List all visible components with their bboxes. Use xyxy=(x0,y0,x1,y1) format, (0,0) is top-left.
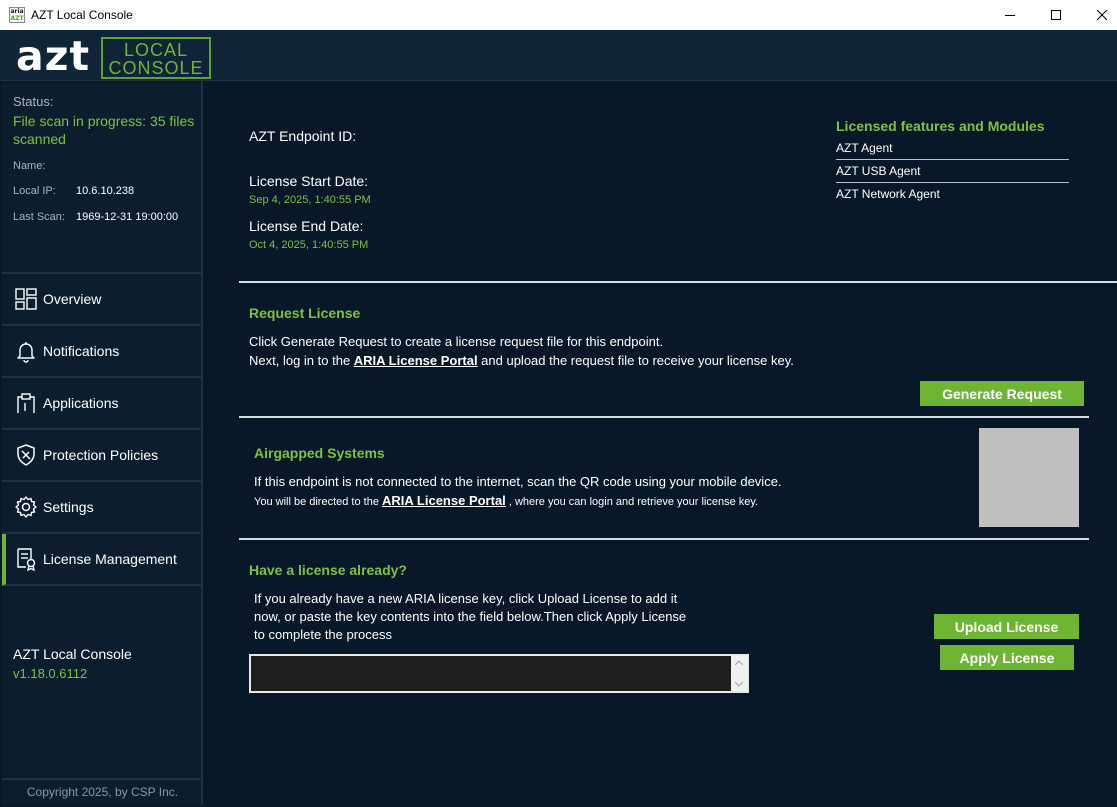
close-icon xyxy=(1097,10,1108,21)
endpoint-id-label: AZT Endpoint ID: xyxy=(249,128,357,144)
scroll-down-icon[interactable] xyxy=(735,681,743,687)
license-start-label: License Start Date: xyxy=(249,173,369,189)
app-window: aria AZT AZT Local Console azt LOCAL CONS… xyxy=(0,0,1117,807)
request-instructions-line1: Click Generate Request to create a licen… xyxy=(249,334,664,349)
last-scan-value: 1969-12-31 19:00:00 xyxy=(76,211,179,223)
status-label: Status: xyxy=(13,94,54,109)
aria-license-portal-link[interactable]: ARIA License Portal xyxy=(382,493,506,508)
nav-label: Notifications xyxy=(43,343,120,359)
version-number: v1.18.0.6112 xyxy=(13,666,88,681)
apply-license-button[interactable]: Apply License xyxy=(940,645,1074,670)
scroll-up-icon[interactable] xyxy=(735,660,743,666)
maximize-button[interactable] xyxy=(1033,0,1079,30)
feature-item: AZT Network Agent xyxy=(836,187,940,201)
section-divider xyxy=(239,416,1089,418)
local-ip-label: Local IP: xyxy=(13,185,56,197)
license-key-field[interactable] xyxy=(249,654,749,693)
app-logo-icon: aria AZT xyxy=(9,7,25,23)
license-start-value: Sep 4, 2025, 1:40:55 PM xyxy=(249,194,371,206)
airgapped-instructions-line2: You will be directed to the ARIA License… xyxy=(254,493,759,508)
nav-label: License Management xyxy=(43,551,177,567)
field-scrollbar[interactable] xyxy=(731,656,747,691)
license-end-label: License End Date: xyxy=(249,218,364,234)
version-panel: AZT Local Console v1.18.0.6112 xyxy=(2,588,203,778)
logo-wordmark: azt xyxy=(16,32,91,80)
license-certificate-icon xyxy=(17,548,36,571)
have-license-line2: now, or paste the key contents into the … xyxy=(254,609,687,624)
airgapped-title: Airgapped Systems xyxy=(254,445,385,461)
license-key-input[interactable] xyxy=(251,656,731,691)
bell-icon xyxy=(17,342,35,363)
nav-label: Settings xyxy=(43,499,94,515)
logo-badge: LOCAL CONSOLE xyxy=(101,37,211,79)
nav-item-applications[interactable]: Applications xyxy=(2,378,203,430)
maximize-icon xyxy=(1051,10,1061,20)
feature-item: AZT Agent xyxy=(836,137,1069,160)
nav-label: Overview xyxy=(43,291,102,307)
nav-label: Applications xyxy=(43,395,119,411)
features-title: Licensed features and Modules xyxy=(836,118,1045,134)
nav-item-notifications[interactable]: Notifications xyxy=(2,326,203,378)
minimize-button[interactable] xyxy=(987,0,1033,30)
window-title: AZT Local Console xyxy=(31,8,133,22)
close-button[interactable] xyxy=(1079,0,1117,30)
minimize-icon xyxy=(1005,15,1015,16)
nav-item-protection-policies[interactable]: Protection Policies xyxy=(2,430,203,482)
section-divider xyxy=(239,281,1089,283)
copyright-text: Copyright 2025, by CSP Inc. xyxy=(2,778,203,805)
product-name: AZT Local Console xyxy=(13,646,132,662)
license-end-value: Oct 4, 2025, 1:40:55 PM xyxy=(249,239,369,251)
shield-icon xyxy=(17,444,35,466)
local-ip-value: 10.6.10.238 xyxy=(76,185,135,197)
last-scan-label: Last Scan: xyxy=(13,211,65,223)
clipboard-icon xyxy=(17,393,35,413)
upload-license-button[interactable]: Upload License xyxy=(934,614,1079,639)
nav-item-overview[interactable]: Overview xyxy=(2,274,203,326)
overview-grid-icon xyxy=(15,288,37,310)
feature-item: AZT USB Agent xyxy=(836,160,1069,183)
have-license-title: Have a license already? xyxy=(249,562,407,578)
status-panel: Status: File scan in progress: 35 files … xyxy=(2,81,203,274)
section-divider xyxy=(239,538,1089,540)
name-label: Name: xyxy=(13,160,46,172)
title-bar: aria AZT AZT Local Console xyxy=(0,0,1117,30)
request-license-title: Request License xyxy=(249,305,361,321)
gear-icon xyxy=(15,496,37,518)
qr-code-image xyxy=(979,428,1079,527)
airgapped-instructions-line1: If this endpoint is not connected to the… xyxy=(254,474,782,489)
nav-label: Protection Policies xyxy=(43,447,159,463)
nav-item-license-management[interactable]: License Management xyxy=(2,534,203,586)
nav-item-settings[interactable]: Settings xyxy=(2,482,203,534)
have-license-line3: to complete the process xyxy=(254,627,393,642)
have-license-line1: If you already have a new ARIA license k… xyxy=(254,591,678,606)
request-instructions-line2: Next, log in to the ARIA License Portal … xyxy=(249,353,794,368)
aria-license-portal-link[interactable]: ARIA License Portal xyxy=(354,353,478,368)
status-text: File scan in progress: 35 files scanned xyxy=(13,113,195,147)
sidebar: Status: File scan in progress: 35 files … xyxy=(2,81,203,805)
generate-request-button[interactable]: Generate Request xyxy=(920,381,1084,406)
